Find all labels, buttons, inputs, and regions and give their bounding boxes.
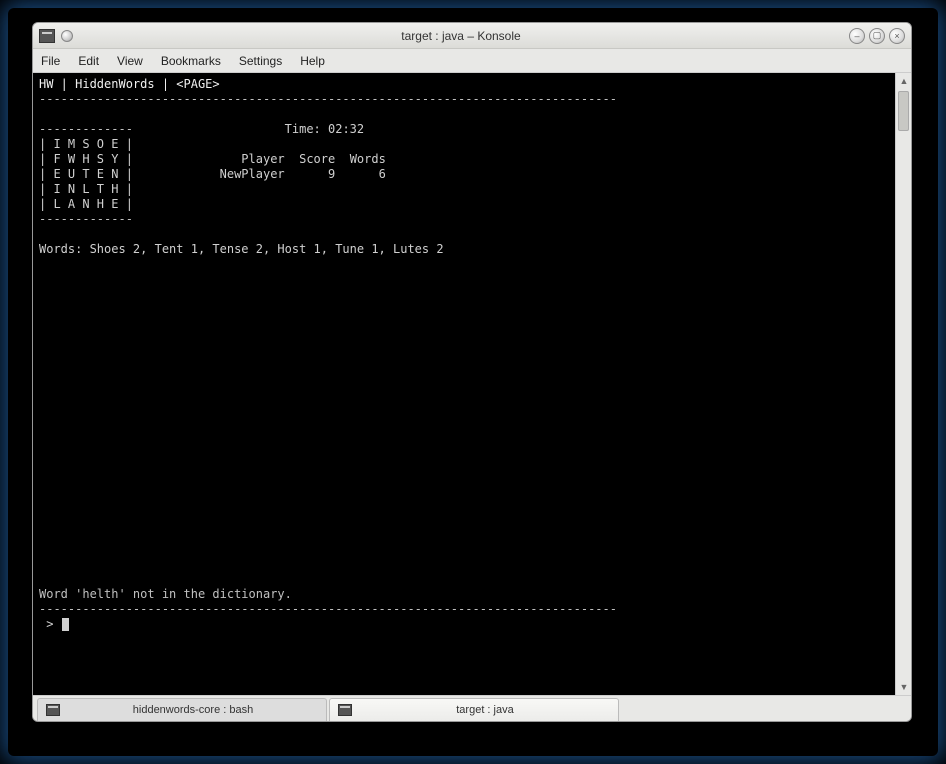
grid-row-4: | I N L T H | <box>39 182 133 196</box>
col-player: Player <box>241 152 284 166</box>
menu-file[interactable]: File <box>41 54 60 68</box>
grid-row-2: | F W H S Y | <box>39 152 133 166</box>
time-label: Time: <box>285 122 321 136</box>
maximize-button[interactable]: ▢ <box>869 28 885 44</box>
terminal-icon <box>46 704 60 716</box>
tab-label: target : java <box>360 704 610 716</box>
tab-hiddenwords-bash[interactable]: hiddenwords-core : bash <box>37 698 327 721</box>
menu-help[interactable]: Help <box>300 54 325 68</box>
app-icon <box>39 29 55 43</box>
grid-row-3: | E U T E N | <box>39 167 133 181</box>
grid-row-5: | L A N H E | <box>39 197 133 211</box>
minimize-button[interactable]: – <box>849 28 865 44</box>
window-title: target : java – Konsole <box>73 29 849 43</box>
menubar: File Edit View Bookmarks Settings Help <box>33 49 911 73</box>
scroll-up-icon[interactable]: ▲ <box>896 73 912 89</box>
titlebar[interactable]: target : java – Konsole – ▢ × <box>33 23 911 49</box>
tab-target-java[interactable]: target : java <box>329 698 619 721</box>
menu-view[interactable]: View <box>117 54 143 68</box>
grid-row-1: | I M S O E | <box>39 137 133 151</box>
player-score: 9 <box>328 167 335 181</box>
window-menu-icon[interactable] <box>61 30 73 42</box>
menu-edit[interactable]: Edit <box>78 54 99 68</box>
konsole-window: target : java – Konsole – ▢ × File Edit … <box>32 22 912 722</box>
prompt: > <box>39 617 61 632</box>
cursor-icon <box>62 618 69 631</box>
terminal-icon <box>338 704 352 716</box>
time-value: 02:32 <box>328 122 364 136</box>
tab-label: hiddenwords-core : bash <box>68 704 318 716</box>
player-name: NewPlayer <box>220 167 285 181</box>
words-list: Words: Shoes 2, Tent 1, Tense 2, Host 1,… <box>39 242 444 256</box>
divider: ----------------------------------------… <box>39 92 617 106</box>
scroll-thumb[interactable] <box>898 91 909 131</box>
player-words: 6 <box>379 167 386 181</box>
tab-bar: hiddenwords-core : bash target : java <box>33 695 911 721</box>
grid-bottom: ------------- <box>39 212 133 226</box>
error-message: Word 'helth' not in the dictionary. <box>39 587 292 601</box>
scrollbar[interactable]: ▲ ▼ <box>895 73 911 695</box>
menu-settings[interactable]: Settings <box>239 54 282 68</box>
terminal-output[interactable]: HW | HiddenWords | <PAGE> --------------… <box>33 73 895 695</box>
col-words: Words <box>350 152 386 166</box>
close-button[interactable]: × <box>889 28 905 44</box>
divider-bottom: ----------------------------------------… <box>39 602 617 616</box>
grid-top: ------------- <box>39 122 133 136</box>
breadcrumb: HW | HiddenWords | <PAGE> <box>39 77 220 91</box>
menu-bookmarks[interactable]: Bookmarks <box>161 54 221 68</box>
col-score: Score <box>299 152 335 166</box>
scroll-down-icon[interactable]: ▼ <box>896 679 912 695</box>
